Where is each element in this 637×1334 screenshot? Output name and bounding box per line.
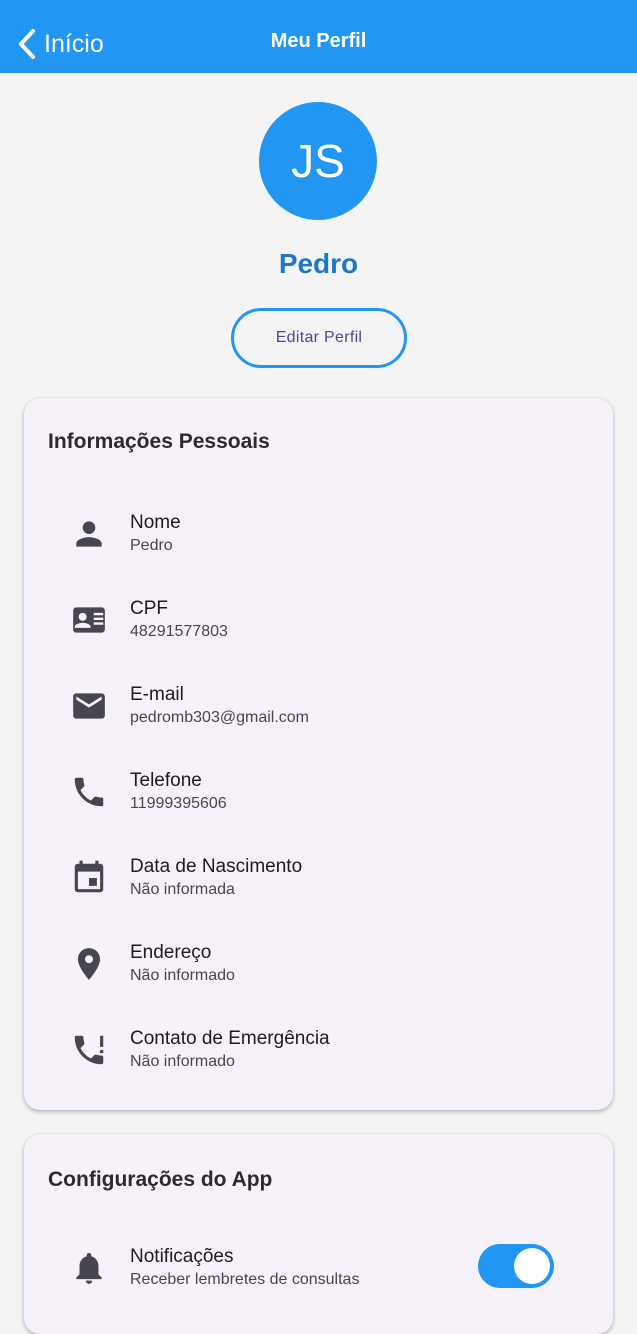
id-card-icon [68,600,110,640]
setting-description: Receber lembretes de consultas [130,1271,360,1288]
info-value: Não informado [130,967,235,984]
edit-profile-button[interactable]: Editar Perfil [231,308,407,368]
info-item-cpf: CPF 48291577803 [24,590,613,650]
info-label: Nome [130,512,181,533]
notifications-toggle[interactable] [478,1244,554,1288]
phone-icon [68,772,110,812]
info-value: 11999395606 [130,795,227,812]
info-item-phone: Telefone 11999395606 [24,762,613,822]
info-item-address: Endereço Não informado [24,934,613,994]
toggle-knob [514,1248,550,1284]
info-item-name: Nome Pedro [24,504,613,564]
bell-icon [68,1248,110,1288]
info-label: Telefone [130,770,202,791]
info-value: pedromb303@gmail.com [130,709,309,726]
page-title: Meu Perfil [270,30,367,52]
info-item-emergency-contact: Contato de Emergência Não informado [24,1020,613,1080]
info-value: 48291577803 [130,623,228,640]
setting-label: Notificações [130,1246,234,1267]
card-title: Configurações do App [48,1168,273,1191]
location-pin-icon [68,944,110,984]
email-icon [68,686,110,726]
info-item-birthdate: Data de Nascimento Não informada [24,848,613,908]
info-value: Não informado [130,1053,235,1070]
app-settings-card: Configurações do App Notificações Recebe… [24,1134,613,1334]
avatar: JS [259,102,377,220]
app-bar: Início Meu Perfil [0,0,637,73]
emergency-phone-icon [68,1030,110,1070]
info-label: Contato de Emergência [130,1028,330,1049]
personal-info-card: Informações Pessoais Nome Pedro CPF 4829… [24,398,613,1110]
info-value: Pedro [130,537,173,554]
calendar-icon [68,858,110,898]
info-label: CPF [130,598,168,619]
info-label: Endereço [130,942,212,963]
card-title: Informações Pessoais [48,430,270,453]
profile-name: Pedro [278,248,359,279]
info-label: E-mail [130,684,184,705]
info-value: Não informada [130,881,235,898]
info-label: Data de Nascimento [130,856,303,877]
info-item-email: E-mail pedromb303@gmail.com [24,676,613,736]
person-icon [68,514,110,554]
